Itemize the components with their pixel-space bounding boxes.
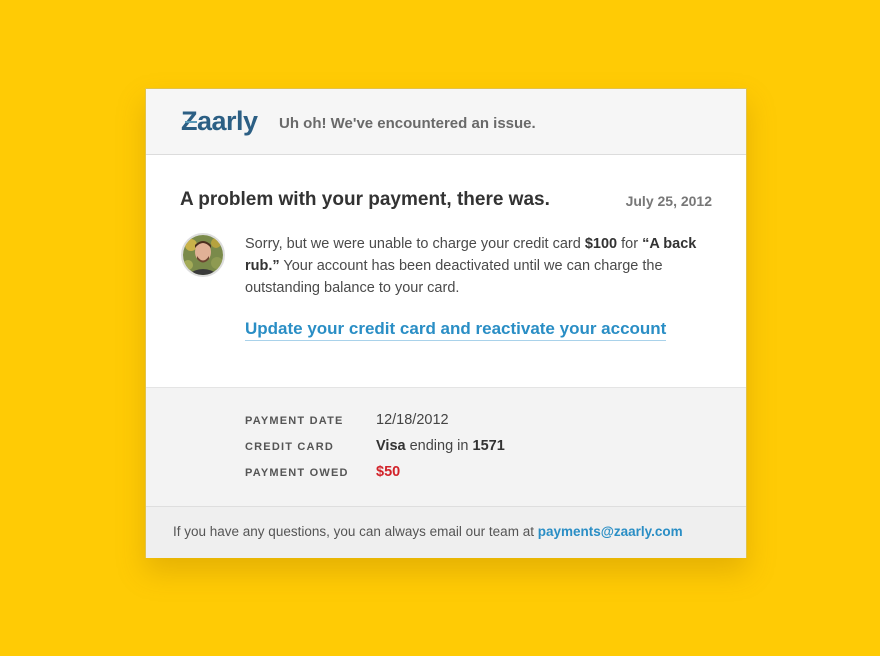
message-text-1: Sorry, but we were unable to charge your… xyxy=(245,236,585,252)
card-header: Zaarly Uh oh! We've encountered an issue… xyxy=(146,89,746,155)
header-tagline: Uh oh! We've encountered an issue. xyxy=(279,115,536,132)
footer-message: If you have any questions, you can alway… xyxy=(173,524,538,539)
credit-card-value: Visa ending in 1571 xyxy=(376,438,505,454)
footer-text: If you have any questions, you can alway… xyxy=(173,524,683,539)
logo-accent-bar xyxy=(185,121,197,123)
card-brand: Visa xyxy=(376,438,406,454)
card-ending-text: ending in xyxy=(405,438,473,454)
charge-amount: $100 xyxy=(584,236,618,252)
message-body: Sorry, but we were unable to charge your… xyxy=(245,233,715,299)
avatar-portrait-icon xyxy=(183,235,223,275)
message-text-3: Your account has been deactivated until … xyxy=(245,258,663,296)
payment-owed-label: PAYMENT OWED xyxy=(245,467,349,479)
message-date: July 25, 2012 xyxy=(625,193,712,209)
notification-card: Zaarly Uh oh! We've encountered an issue… xyxy=(145,88,747,558)
support-email-link[interactable]: payments@zaarly.com xyxy=(538,524,683,539)
payment-date-label: PAYMENT DATE xyxy=(245,415,344,427)
payment-owed-value: $50 xyxy=(376,464,401,480)
card-footer: If you have any questions, you can alway… xyxy=(146,507,746,558)
message-section: A problem with your payment, there was. … xyxy=(146,155,746,387)
page-title: A problem with your payment, there was. xyxy=(180,189,550,210)
payment-date-value: 12/18/2012 xyxy=(376,412,449,428)
payment-details: PAYMENT DATE 12/18/2012 CREDIT CARD Visa… xyxy=(146,387,746,507)
credit-card-label: CREDIT CARD xyxy=(245,441,334,453)
message-text-2: for xyxy=(617,236,643,252)
card-last4: 1571 xyxy=(472,438,505,454)
avatar xyxy=(181,233,225,277)
update-card-link[interactable]: Update your credit card and reactivate y… xyxy=(245,319,667,341)
zaarly-logo[interactable]: Zaarly xyxy=(181,106,258,137)
